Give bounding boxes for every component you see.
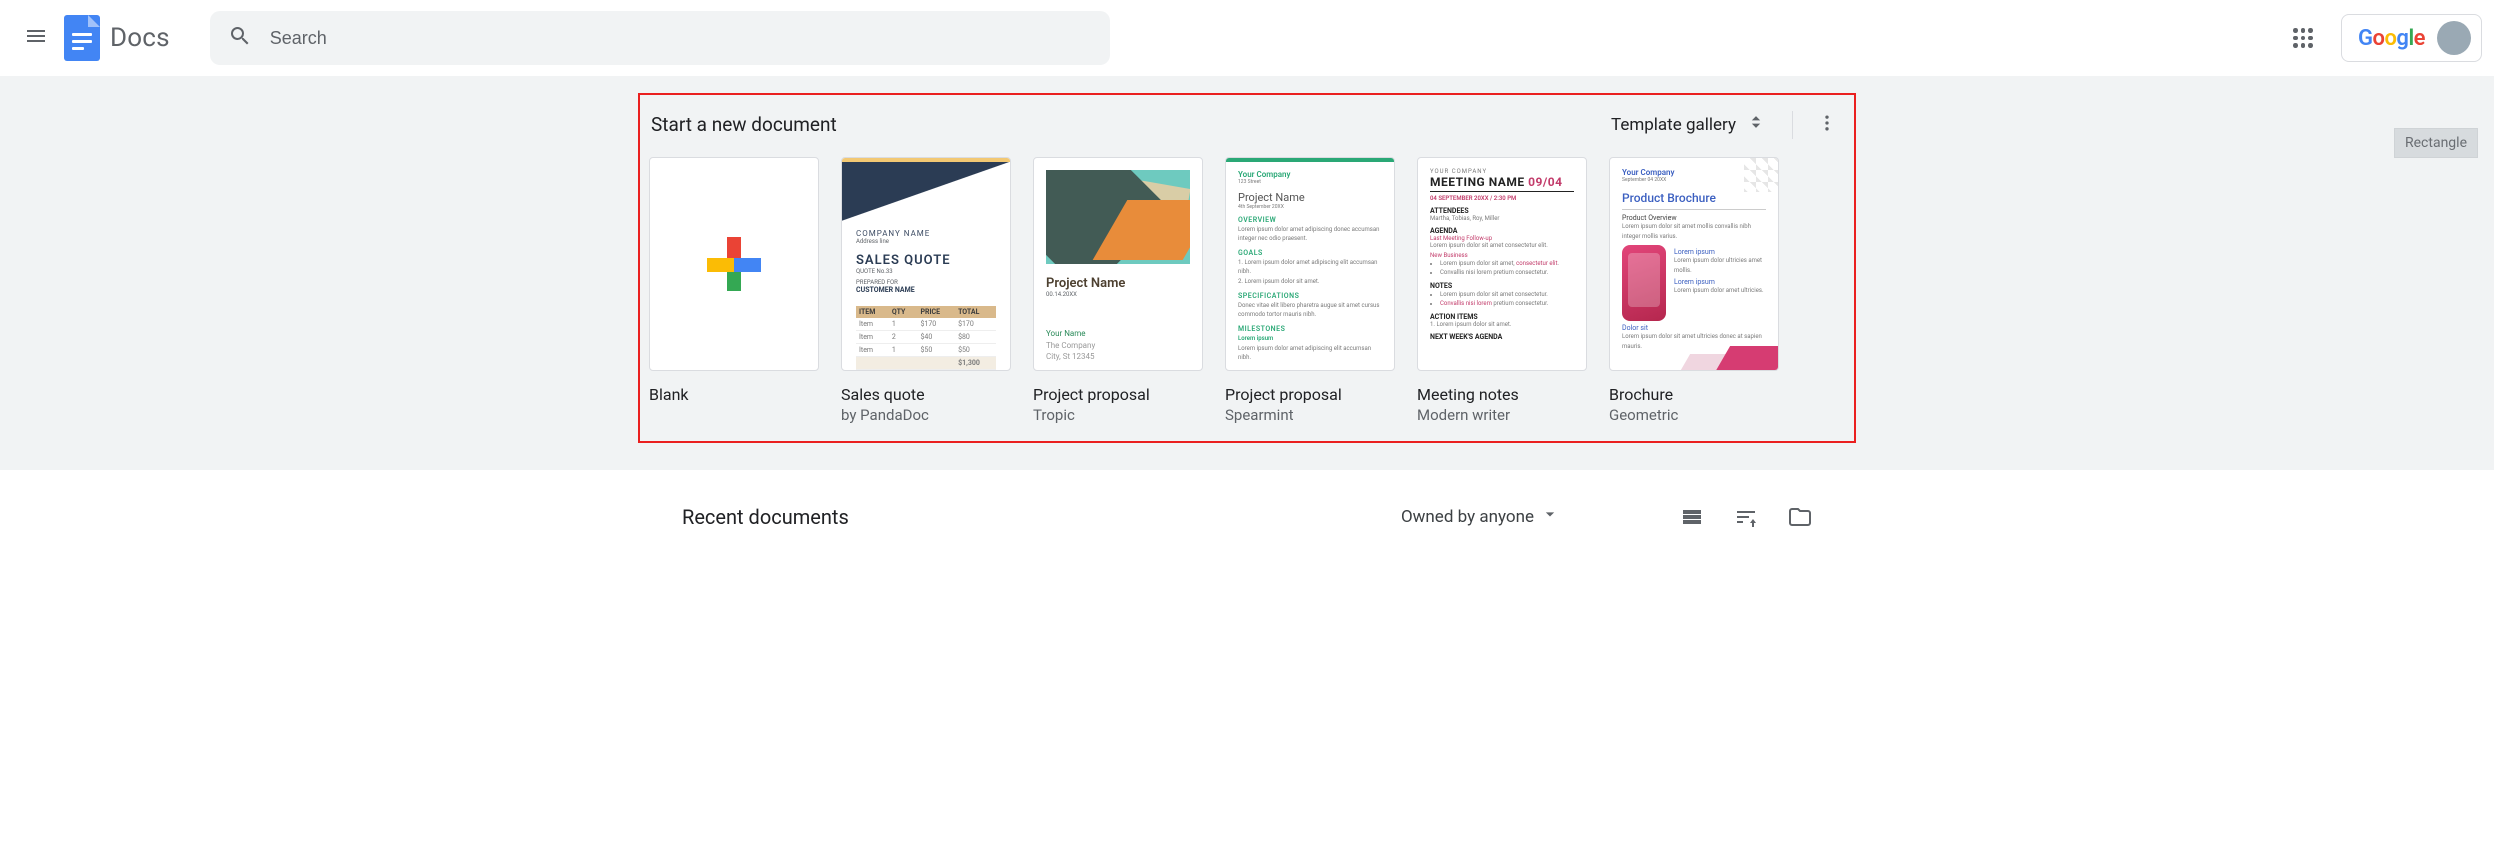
template-title: Project proposal <box>1225 385 1395 404</box>
search-icon <box>228 24 252 52</box>
recent-documents-bar: Recent documents Owned by anyone <box>682 470 1812 539</box>
ownership-filter-label: Owned by anyone <box>1401 507 1534 527</box>
folder-icon <box>1788 514 1812 533</box>
more-vert-icon <box>1817 113 1837 137</box>
template-subtitle: Tropic <box>1033 406 1203 424</box>
dropdown-icon <box>1540 504 1560 529</box>
sort-az-icon <box>1734 514 1758 533</box>
ownership-filter-button[interactable]: Owned by anyone <box>1401 504 1560 529</box>
templates-section: Start a new document Template gallery <box>0 76 2494 470</box>
apps-grid-icon <box>2293 28 2313 48</box>
app-header: Docs Google <box>0 0 2494 76</box>
template-card-sales-quote[interactable]: COMPANY NAME Address line SALES QUOTE QU… <box>841 157 1011 424</box>
template-title: Project proposal <box>1033 385 1203 404</box>
google-apps-button[interactable] <box>2279 14 2327 62</box>
template-card-project-spearmint[interactable]: Your Company 123 Street Project Name 4th… <box>1225 157 1395 424</box>
docs-icon <box>64 15 100 61</box>
template-subtitle: by PandaDoc <box>841 406 1011 424</box>
template-card-meeting-notes[interactable]: YOUR COMPANY MEETING NAME 09/04 04 SEPTE… <box>1417 157 1587 424</box>
template-title: Brochure <box>1609 385 1779 404</box>
template-gallery-button[interactable]: Template gallery <box>1601 106 1776 143</box>
open-file-picker-button[interactable] <box>1788 505 1812 529</box>
template-subtitle: Modern writer <box>1417 406 1587 424</box>
template-subtitle: Geometric <box>1609 406 1779 424</box>
main-menu-button[interactable] <box>12 14 60 62</box>
recent-title: Recent documents <box>682 505 849 529</box>
template-title: Blank <box>649 385 819 404</box>
annotation-rectangle-label: Rectangle <box>2394 128 2478 158</box>
template-card-project-tropic[interactable]: Project Name 00.14.20XX Your NameThe Com… <box>1033 157 1203 424</box>
app-name: Docs <box>110 23 170 53</box>
template-thumb <box>649 157 819 371</box>
unfold-icon <box>1746 112 1766 137</box>
templates-title: Start a new document <box>651 113 837 136</box>
sort-button[interactable] <box>1734 505 1758 529</box>
google-logo: Google <box>2358 26 2425 51</box>
divider <box>1792 111 1793 139</box>
template-card-blank[interactable]: Blank <box>649 157 819 424</box>
search-input[interactable] <box>270 28 1092 49</box>
list-view-button[interactable] <box>1680 505 1704 529</box>
search-bar[interactable] <box>210 11 1110 65</box>
hamburger-icon <box>24 24 48 52</box>
plus-icon <box>707 237 761 291</box>
template-thumb: Project Name 00.14.20XX Your NameThe Com… <box>1033 157 1203 371</box>
template-subtitle: Spearmint <box>1225 406 1395 424</box>
avatar[interactable] <box>2437 21 2471 55</box>
template-thumb: YOUR COMPANY MEETING NAME 09/04 04 SEPTE… <box>1417 157 1587 371</box>
template-card-brochure[interactable]: Your Company September 04 20XX Product B… <box>1609 157 1779 424</box>
template-thumb: COMPANY NAME Address line SALES QUOTE QU… <box>841 157 1011 371</box>
template-title: Meeting notes <box>1417 385 1587 404</box>
template-gallery-label: Template gallery <box>1611 115 1736 135</box>
docs-logo[interactable]: Docs <box>64 15 170 61</box>
template-thumb: Your Company 123 Street Project Name 4th… <box>1225 157 1395 371</box>
annotation-highlight-box: Start a new document Template gallery <box>639 94 1855 442</box>
google-account-button[interactable]: Google <box>2341 14 2482 62</box>
template-title: Sales quote <box>841 385 1011 404</box>
template-cards-row: Blank COMPANY NAME Address line SALES QU… <box>649 157 1845 424</box>
list-view-icon <box>1680 514 1704 533</box>
templates-header: Start a new document Template gallery <box>649 94 1845 157</box>
template-thumb: Your Company September 04 20XX Product B… <box>1609 157 1779 371</box>
templates-more-button[interactable] <box>1809 107 1845 143</box>
